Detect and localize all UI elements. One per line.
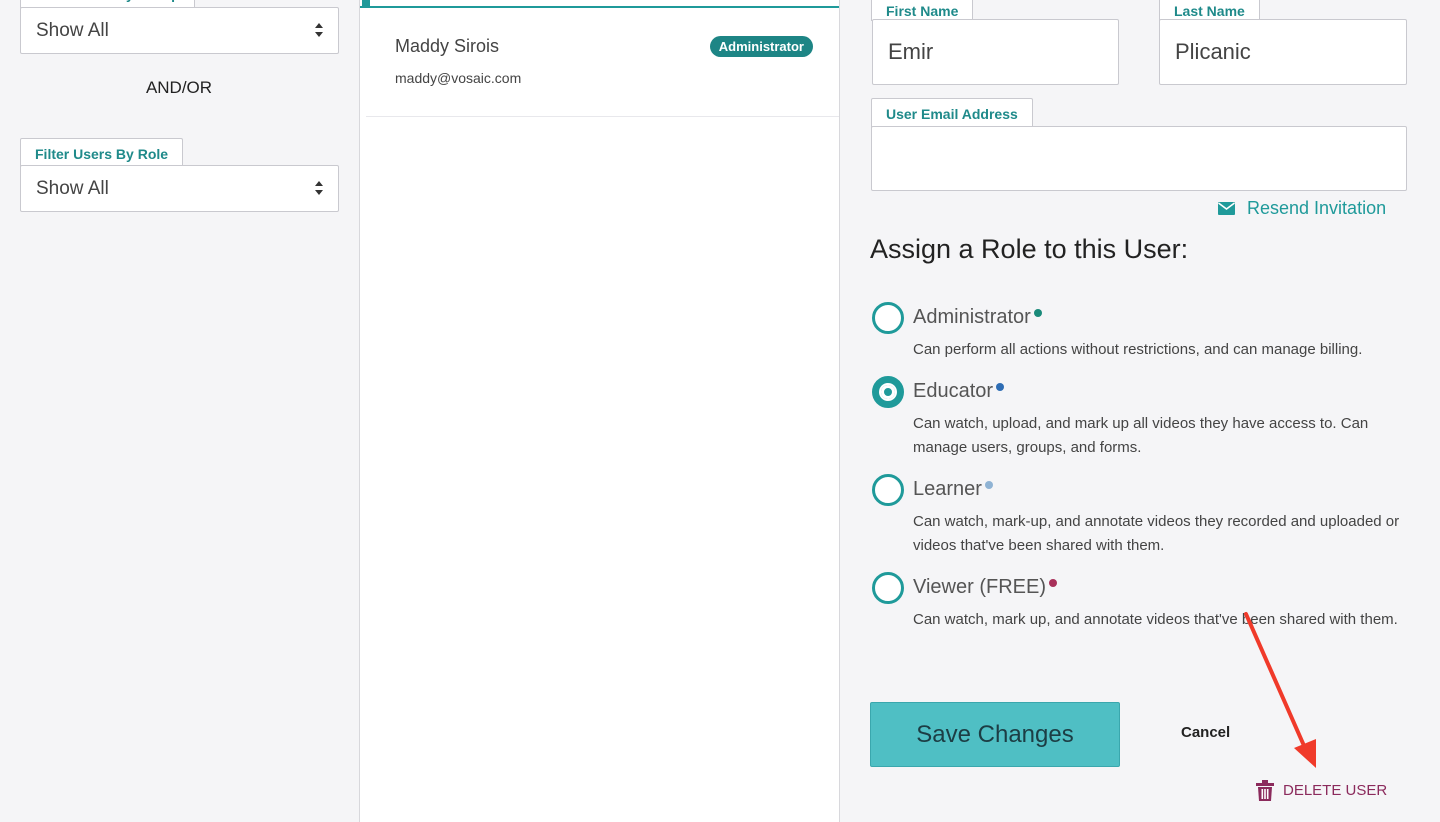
- role-description: Can watch, mark up, and annotate videos …: [913, 611, 1398, 628]
- edit-user-panel: First Name Emir Last Name Plicanic User …: [840, 0, 1440, 822]
- delete-user-button[interactable]: DELETE USER: [1256, 780, 1387, 801]
- first-name-label: First Name: [871, 0, 974, 21]
- group-filter-value: Show All: [36, 20, 109, 41]
- delete-user-label: DELETE USER: [1283, 782, 1388, 799]
- role-description: Can perform all actions without restrict…: [913, 341, 1363, 358]
- user-list-item[interactable]: Maddy Sirois maddy@vosaic.com Administra…: [366, 8, 839, 117]
- filter-panel: Filter Users By Group Show All AND/OR Fi…: [0, 0, 360, 822]
- save-changes-button[interactable]: Save Changes: [870, 702, 1120, 767]
- resend-invitation-label: Resend Invitation: [1247, 198, 1387, 218]
- last-name-value: Plicanic: [1175, 39, 1251, 64]
- user-list: Maddy Sirois maddy@vosaic.com Administra…: [360, 0, 840, 822]
- cancel-button[interactable]: Cancel: [1181, 724, 1230, 741]
- first-name-value: Emir: [888, 39, 934, 64]
- first-name-field[interactable]: Emir: [872, 19, 1119, 85]
- list-top-marker: [362, 0, 370, 8]
- role-description: Can watch, mark-up, and annotate videos …: [913, 513, 1400, 554]
- role-name: Learner: [913, 478, 982, 500]
- last-name-field[interactable]: Plicanic: [1159, 19, 1407, 85]
- role-name: Educator: [913, 380, 994, 402]
- role-name: Viewer (FREE): [913, 576, 1046, 598]
- select-arrows-icon: [315, 181, 323, 195]
- radio-administrator[interactable]: [872, 302, 904, 334]
- radio-viewer[interactable]: [872, 572, 904, 604]
- user-name: Maddy Sirois: [395, 36, 500, 56]
- resend-invitation-link[interactable]: Resend Invitation: [1218, 198, 1386, 219]
- role-filter-value: Show All: [36, 178, 109, 199]
- role-color-dot-icon: [1033, 309, 1042, 317]
- role-color-dot-icon: [984, 481, 993, 489]
- trash-icon: [1256, 780, 1274, 801]
- email-label: User Email Address: [871, 98, 1033, 128]
- role-name: Administrator: [913, 306, 1031, 328]
- envelope-icon: [1218, 202, 1235, 215]
- role-color-dot-icon: [1049, 579, 1057, 587]
- role-description: Can watch, upload, and mark up all video…: [913, 415, 1369, 456]
- role-filter-label: Filter Users By Role: [20, 138, 184, 168]
- radio-educator-selected[interactable]: [872, 376, 904, 408]
- user-email: maddy@vosaic.com: [395, 70, 522, 86]
- radio-learner[interactable]: [872, 474, 904, 506]
- group-filter-select[interactable]: Show All: [20, 7, 339, 54]
- role-badge: Administrator: [709, 36, 813, 57]
- last-name-label: Last Name: [1159, 0, 1260, 21]
- assign-role-title: Assign a Role to this User:: [870, 234, 1189, 264]
- role-filter-select[interactable]: Show All: [20, 165, 339, 212]
- andor-label: AND/OR: [145, 78, 213, 97]
- role-color-dot-icon: [996, 383, 1005, 391]
- select-arrows-icon: [315, 23, 323, 37]
- email-field[interactable]: [871, 126, 1407, 191]
